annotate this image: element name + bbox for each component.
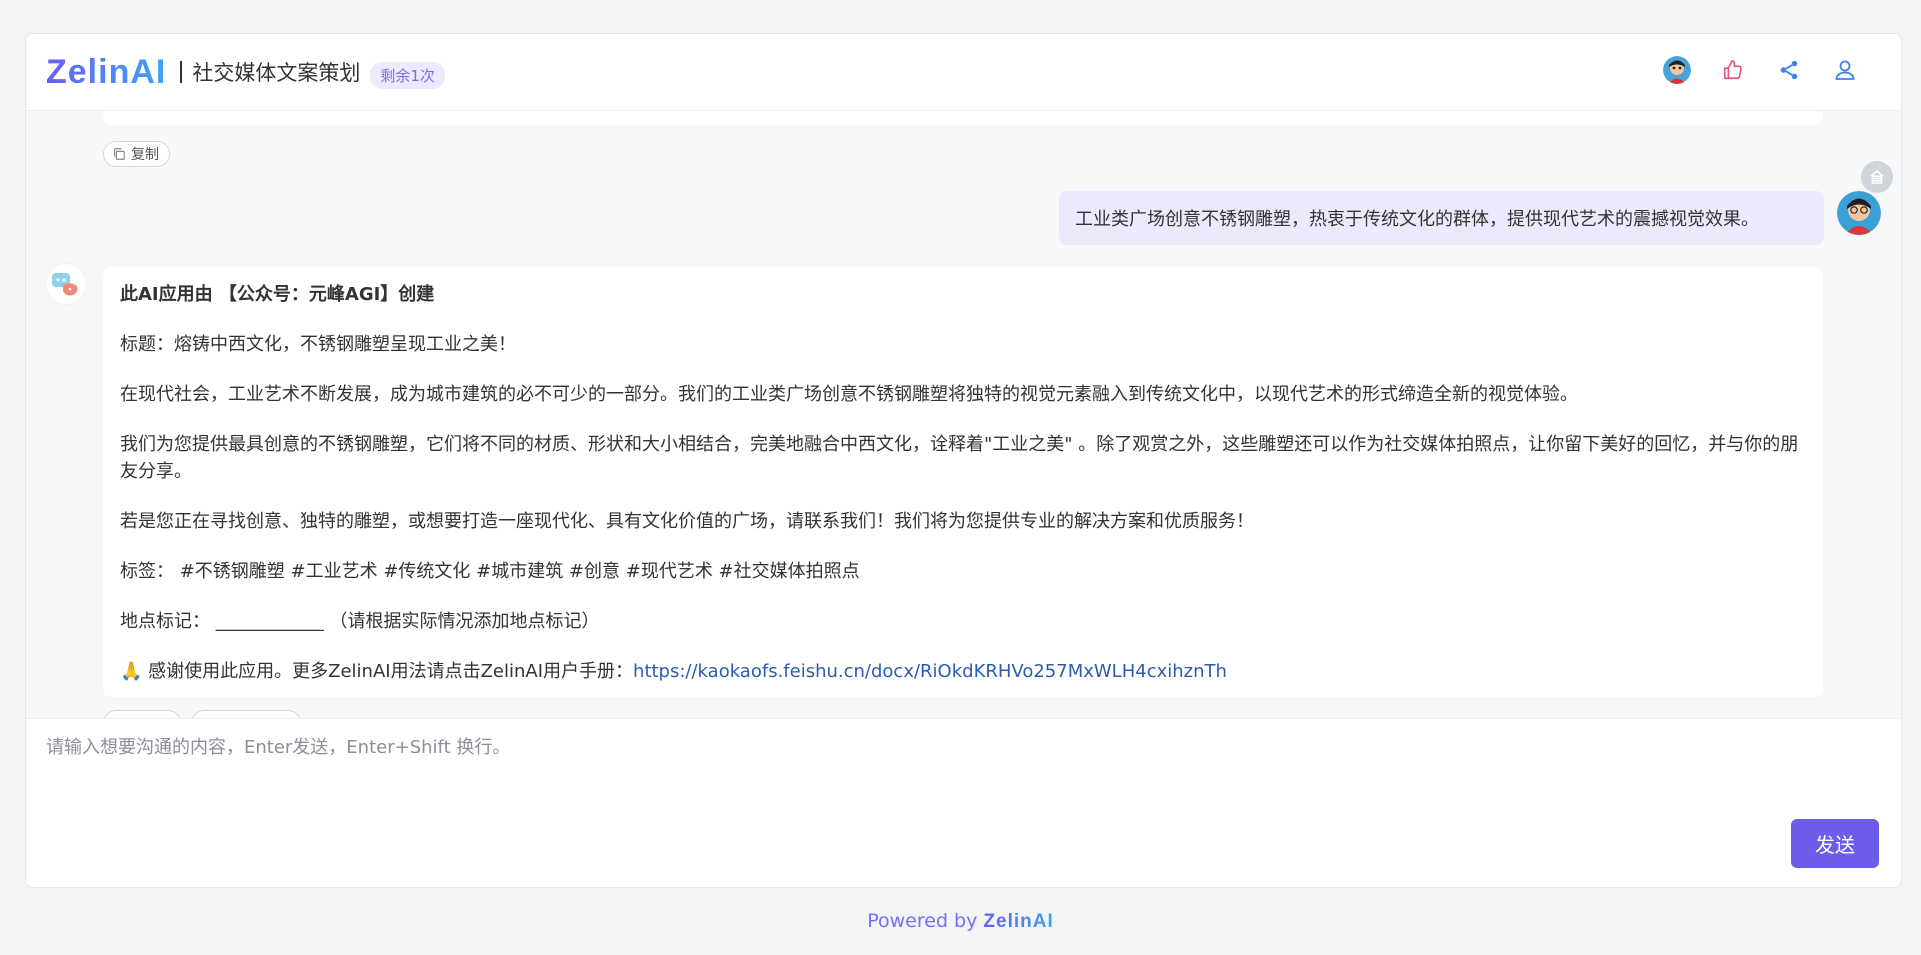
header: ZelinAI 社交媒体文案策划 剩余1次 bbox=[26, 34, 1901, 111]
page-title: 社交媒体文案策划 bbox=[192, 61, 361, 85]
share-icon bbox=[1780, 60, 1798, 80]
input-area: 发送 bbox=[26, 718, 1901, 887]
bot-avatar bbox=[46, 264, 86, 304]
thumbs-up-icon bbox=[1723, 60, 1742, 80]
send-button[interactable]: 发送 bbox=[1791, 819, 1879, 868]
bot-paragraph: 我们为您提供最具创意的不锈钢雕塑，它们将不同的材质、形状和大小相结合，完美地融合… bbox=[120, 434, 1799, 482]
copy-button[interactable] bbox=[103, 710, 181, 718]
avatar-button[interactable] bbox=[1663, 56, 1691, 84]
like-button[interactable] bbox=[1719, 56, 1747, 84]
regenerate-button[interactable] bbox=[191, 710, 301, 718]
user-avatar bbox=[1663, 56, 1691, 84]
manual-link[interactable]: https://kaokaofs.feishu.cn/docx/RiOkdKRH… bbox=[633, 661, 1227, 682]
bot-paragraph: 在现代社会，工业艺术不断发展，成为城市建筑的必不可少的一部分。我们的工业类广场创… bbox=[120, 384, 1578, 405]
previous-bot-message bbox=[103, 111, 1823, 125]
bot-paragraph: 标签： #不锈钢雕塑 #工业艺术 #传统文化 #城市建筑 #创意 #现代艺术 #… bbox=[120, 561, 860, 582]
bot-paragraph: 此AI应用由 【公众号：元峰AGI】创建 bbox=[120, 284, 435, 305]
thanks-text: 感谢使用此应用。更多ZelinAI用法请点击ZelinAI用户手册： bbox=[148, 661, 634, 682]
quota-badge: 剩余1次 bbox=[370, 61, 445, 89]
footer-brand[interactable]: ZelinAI bbox=[983, 911, 1053, 932]
footer: Powered by ZelinAI bbox=[0, 910, 1921, 933]
user-message-text: 工业类广场创意不锈钢雕塑，热衷于传统文化的群体，提供现代艺术的震撼视觉效果。 bbox=[1075, 209, 1759, 230]
share-button[interactable] bbox=[1775, 56, 1803, 84]
powered-by-text: Powered by bbox=[867, 910, 984, 932]
user-icon bbox=[1835, 60, 1855, 80]
bot-message: 此AI应用由 【公众号：元峰AGI】创建 标题：熔铸中西文化，不锈钢雕塑呈现工业… bbox=[103, 267, 1823, 697]
chat-area[interactable]: 复制 工业类广场创意不锈钢雕塑，热衷于传统文化的群体，提供现代艺术的震撼视觉效果… bbox=[26, 111, 1901, 718]
title-divider bbox=[180, 61, 183, 83]
app-window: ZelinAI 社交媒体文案策划 剩余1次 复制 工业类广场创意不锈钢雕塑，热衷… bbox=[25, 33, 1902, 888]
copy-label: 复制 bbox=[131, 147, 159, 163]
bot-paragraph: 标题：熔铸中西文化，不锈钢雕塑呈现工业之美！ bbox=[120, 334, 516, 355]
message-actions bbox=[103, 710, 301, 718]
hands-emoji-icon: 🙏 bbox=[120, 661, 143, 682]
logo[interactable]: ZelinAI bbox=[46, 53, 166, 92]
scroll-home-button[interactable] bbox=[1861, 161, 1893, 193]
user-avatar bbox=[1837, 191, 1881, 235]
home-icon bbox=[1870, 170, 1884, 184]
message-input[interactable] bbox=[46, 733, 1746, 833]
user-message: 工业类广场创意不锈钢雕塑，热衷于传统文化的群体，提供现代艺术的震撼视觉效果。 bbox=[1059, 191, 1824, 245]
copy-icon bbox=[114, 148, 125, 160]
bot-paragraph: 地点标记： ____________ （请根据实际情况添加地点标记） bbox=[120, 611, 600, 632]
header-actions bbox=[1663, 56, 1859, 84]
profile-button[interactable] bbox=[1831, 56, 1859, 84]
thanks-line: 🙏 感谢使用此应用。更多ZelinAI用法请点击ZelinAI用户手册：http… bbox=[120, 658, 1806, 685]
bot-paragraph: 若是您正在寻找创意、独特的雕塑，或想要打造一座现代化、具有文化价值的广场，请联系… bbox=[120, 511, 1254, 532]
copy-button[interactable]: 复制 bbox=[103, 141, 170, 167]
bot-avatar-icon bbox=[52, 273, 78, 296]
